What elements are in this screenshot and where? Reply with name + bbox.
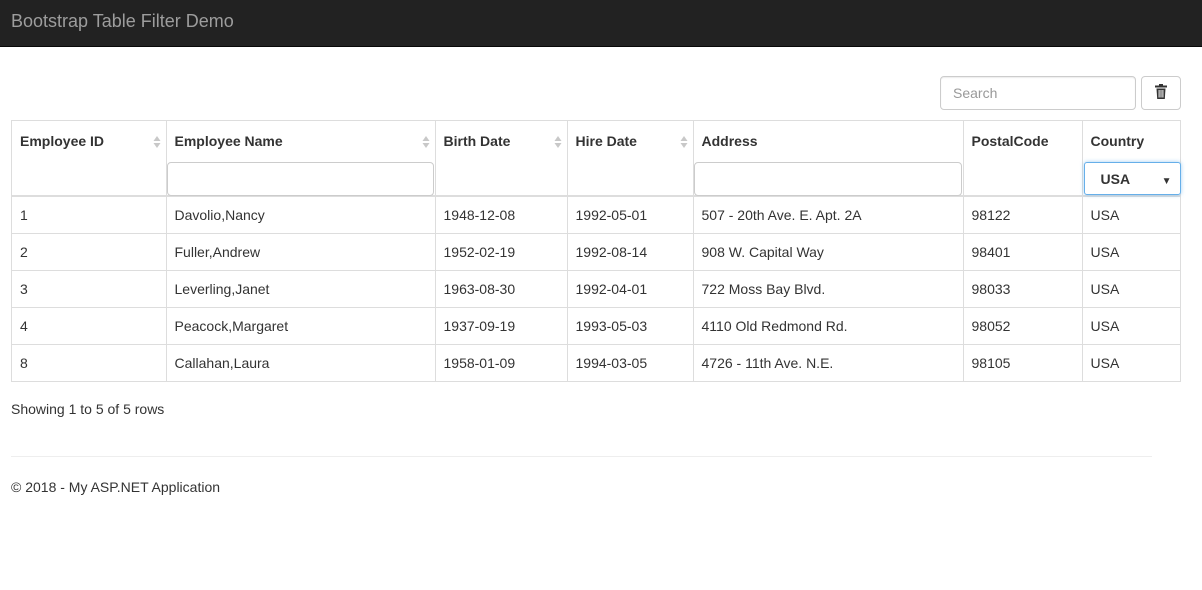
column-label: Country xyxy=(1090,133,1145,149)
employee-name-cell: Davolio,Nancy xyxy=(165,196,435,233)
country-cell: USA xyxy=(1081,306,1180,344)
employee-id-cell: 3 xyxy=(12,269,166,307)
address-filter-input[interactable] xyxy=(693,162,962,196)
column-header-country: Country USA ▼ xyxy=(1081,121,1181,197)
sort-icon xyxy=(153,134,161,150)
search-input[interactable] xyxy=(940,76,1136,110)
address-cell: 4726 - 11th Ave. N.E. xyxy=(692,343,963,381)
column-header-employee-id[interactable]: Employee ID xyxy=(12,121,166,197)
navbar-brand[interactable]: Bootstrap Table Filter Demo xyxy=(11,11,234,31)
table-row: 1 Davolio,Nancy 1948-12-08 1992-05-01 507 - … xyxy=(12,196,1180,233)
table-row: 8 Callahan,Laura 1958-01-09 1994-03-05 4726 … xyxy=(12,343,1180,381)
birth-date-cell: 1952-02-19 xyxy=(434,232,567,270)
column-header-employee-name[interactable]: Employee Name xyxy=(165,121,435,197)
caret-down-icon: ▼ xyxy=(1161,176,1172,187)
employee-name-cell: Leverling,Janet xyxy=(165,269,435,307)
employee-id-cell: 2 xyxy=(12,232,166,270)
employee-name-cell: Fuller,Andrew xyxy=(165,232,435,270)
employee-id-cell: 8 xyxy=(12,343,166,381)
column-label: Birth Date xyxy=(443,133,511,149)
employee-name-cell: Callahan,Laura xyxy=(165,343,435,381)
sort-icon xyxy=(680,134,688,150)
column-header-address: Address xyxy=(692,121,963,197)
column-label: Employee ID xyxy=(20,133,105,149)
birth-date-cell: 1963-08-30 xyxy=(434,269,567,307)
address-cell: 722 Moss Bay Blvd. xyxy=(692,269,963,307)
table-row: 2 Fuller,Andrew 1952-02-19 1992-08-14 908 W.… xyxy=(12,232,1180,270)
country-cell: USA xyxy=(1081,269,1180,307)
birth-date-cell: 1948-12-08 xyxy=(434,196,567,233)
country-cell: USA xyxy=(1081,196,1180,233)
postal-code-cell: 98122 xyxy=(962,196,1082,233)
employee-table: Employee ID Employee Name Birth Date Hir… xyxy=(11,120,1181,382)
postal-code-cell: 98033 xyxy=(962,269,1082,307)
employee-name-filter-input[interactable] xyxy=(166,162,434,196)
column-label: PostalCode xyxy=(971,133,1049,149)
table-header-row: Employee ID Employee Name Birth Date Hir… xyxy=(12,121,1181,197)
hire-date-cell: 1994-03-05 xyxy=(566,343,693,381)
postal-code-cell: 98401 xyxy=(962,232,1082,270)
address-cell: 507 - 20th Ave. E. Apt. 2A xyxy=(692,196,963,233)
employee-id-cell: 4 xyxy=(12,306,166,344)
birth-date-cell: 1937-09-19 xyxy=(434,306,567,344)
column-header-hire-date[interactable]: Hire Date xyxy=(566,121,693,197)
column-header-postal-code: PostalCode xyxy=(962,121,1082,197)
table-row: 4 Peacock,Margaret 1937-09-19 1993-05-03 411… xyxy=(12,306,1180,344)
hire-date-cell: 1992-05-01 xyxy=(566,196,693,233)
hire-date-cell: 1992-04-01 xyxy=(566,269,693,307)
employee-id-cell: 1 xyxy=(20,206,28,223)
hire-date-cell: 1992-08-14 xyxy=(566,232,693,270)
sort-icon xyxy=(422,134,430,150)
employee-name-cell: Peacock,Margaret xyxy=(165,306,435,344)
footer-divider xyxy=(11,456,1152,457)
postal-code-cell: 98105 xyxy=(962,343,1082,381)
navbar: Bootstrap Table Filter Demo xyxy=(0,0,1202,47)
hire-date-cell: 1993-05-03 xyxy=(566,306,693,344)
clear-filters-button[interactable] xyxy=(1141,76,1181,110)
column-label: Employee Name xyxy=(174,133,283,149)
footer-text: © 2018 - My ASP.NET Application xyxy=(11,479,221,495)
column-label: Address xyxy=(701,133,758,149)
table-row: 3 Leverling,Janet 1963-08-30 1992-04-01 722 … xyxy=(12,269,1180,307)
country-cell: USA xyxy=(1081,232,1180,270)
trash-icon xyxy=(1155,84,1167,102)
column-header-birth-date[interactable]: Birth Date xyxy=(434,121,567,197)
country-filter-value: USA xyxy=(1100,171,1131,187)
sort-icon xyxy=(554,134,562,150)
address-cell: 908 W. Capital Way xyxy=(692,232,963,270)
address-cell: 4110 Old Redmond Rd. xyxy=(692,306,963,344)
birth-date-cell: 1958-01-09 xyxy=(434,343,567,381)
country-cell: USA xyxy=(1081,343,1180,381)
pagination-info: Showing 1 to 5 of 5 rows xyxy=(11,401,165,417)
country-filter-select[interactable]: USA ▼ xyxy=(1083,162,1181,195)
column-label: Hire Date xyxy=(575,133,637,149)
postal-code-cell: 98052 xyxy=(962,306,1082,344)
